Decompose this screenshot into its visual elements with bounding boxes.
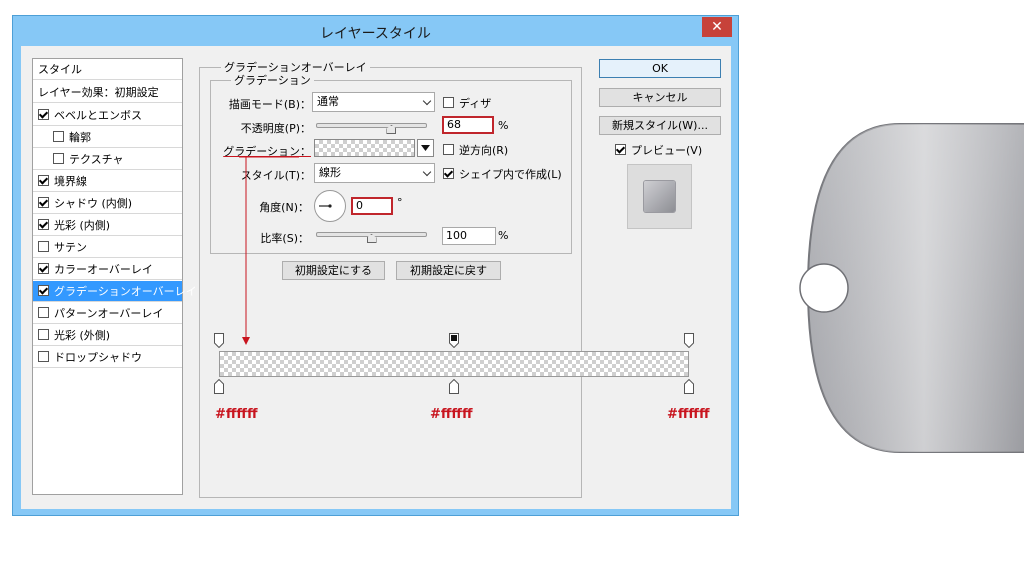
opacity-stop-icon[interactable] (684, 333, 694, 349)
title-bar[interactable]: レイヤースタイル ✕ (13, 16, 738, 46)
color-stop-hex-label: #ffffff (667, 407, 710, 422)
color-stop-icon[interactable] (449, 378, 459, 394)
dog-tag-image (799, 123, 1024, 453)
layer-style-dialog: レイヤースタイル ✕ スタイル レイヤー効果：初期設定 ベベルとエンボス 輪郭 テク… (12, 15, 739, 516)
color-stop-hex-label: #ffffff (430, 407, 473, 422)
color-stop-icon[interactable] (684, 378, 694, 394)
opacity-stop-icon[interactable] (449, 333, 459, 349)
gradient-bar[interactable] (219, 351, 689, 377)
color-stop-icon[interactable] (214, 378, 224, 394)
arrow-head-icon (242, 337, 250, 345)
gradient-annotation-layer (239, 156, 299, 345)
window-title: レイヤースタイル (320, 26, 431, 42)
close-button[interactable]: ✕ (702, 17, 732, 37)
dialog-body: スタイル レイヤー効果：初期設定 ベベルとエンボス 輪郭 テクスチャ 境界線 シャドウ … (21, 46, 731, 509)
color-stop-hex-label: #ffffff (215, 407, 258, 422)
opacity-stop-icon[interactable] (214, 333, 224, 349)
